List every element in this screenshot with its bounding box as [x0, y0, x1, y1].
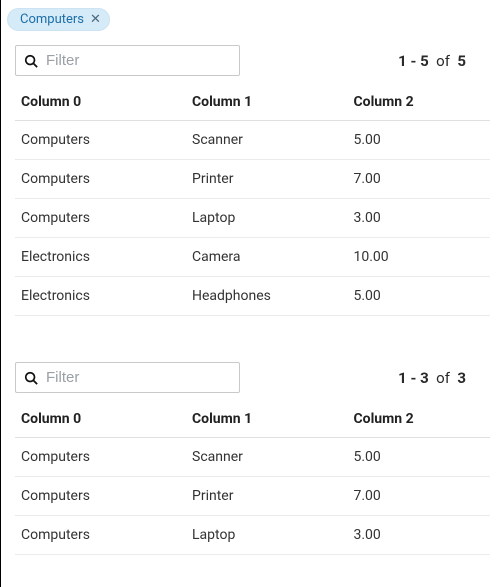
- cell: Laptop: [186, 199, 348, 238]
- filter-input-wrap[interactable]: [15, 362, 240, 393]
- cell: 10.00: [348, 238, 491, 277]
- cell: Computers: [15, 160, 186, 199]
- table-header-row: Column 0 Column 1 Column 2: [15, 84, 490, 121]
- pagination-label: 1 - 5 of 5: [398, 52, 490, 70]
- cell: Printer: [186, 160, 348, 199]
- cell: Scanner: [186, 438, 348, 477]
- filter-chip-computers[interactable]: Computers ✕: [7, 8, 110, 31]
- filter-input-wrap[interactable]: [15, 45, 240, 76]
- cell: Printer: [186, 477, 348, 516]
- table-row[interactable]: Computers Laptop 3.00: [15, 516, 490, 555]
- cell: Computers: [15, 477, 186, 516]
- cell: Computers: [15, 516, 186, 555]
- cell: Computers: [15, 121, 186, 160]
- column-header[interactable]: Column 2: [348, 84, 491, 121]
- table-row[interactable]: Electronics Headphones 5.00: [15, 277, 490, 316]
- table-header-row: Column 0 Column 1 Column 2: [15, 401, 490, 438]
- table-block-0: 1 - 5 of 5 Column 0 Column 1 Column 2 Co…: [1, 35, 504, 316]
- cell: 5.00: [348, 121, 491, 160]
- cell: Scanner: [186, 121, 348, 160]
- pagination-total: 5: [457, 52, 466, 70]
- pagination-range: 1 - 5: [398, 52, 429, 70]
- cell: Electronics: [15, 238, 186, 277]
- cell: 5.00: [348, 277, 491, 316]
- cell: Camera: [186, 238, 348, 277]
- table-block-1: 1 - 3 of 3 Column 0 Column 1 Column 2 Co…: [1, 352, 504, 555]
- data-table-1: Column 0 Column 1 Column 2 Computers Sca…: [15, 401, 490, 555]
- table-controls: 1 - 3 of 3: [15, 362, 490, 393]
- pagination-of: of: [436, 52, 450, 70]
- column-header[interactable]: Column 1: [186, 401, 348, 438]
- search-icon: [24, 54, 38, 68]
- table-row[interactable]: Computers Scanner 5.00: [15, 438, 490, 477]
- pagination-total: 3: [457, 369, 466, 387]
- column-header[interactable]: Column 2: [348, 401, 491, 438]
- close-icon[interactable]: ✕: [90, 13, 101, 26]
- cell: 3.00: [348, 516, 491, 555]
- pagination-range: 1 - 3: [398, 369, 429, 387]
- cell: Electronics: [15, 277, 186, 316]
- pagination-label: 1 - 3 of 3: [398, 369, 490, 387]
- column-header[interactable]: Column 0: [15, 401, 186, 438]
- cell: Computers: [15, 199, 186, 238]
- cell: 3.00: [348, 199, 491, 238]
- table-row[interactable]: Computers Printer 7.00: [15, 477, 490, 516]
- column-header[interactable]: Column 1: [186, 84, 348, 121]
- filter-input[interactable]: [46, 50, 245, 71]
- filter-chip-label: Computers: [20, 12, 84, 27]
- cell: 7.00: [348, 477, 491, 516]
- pagination-of: of: [436, 369, 450, 387]
- cell: Computers: [15, 438, 186, 477]
- filter-input[interactable]: [46, 367, 245, 388]
- table-row[interactable]: Electronics Camera 10.00: [15, 238, 490, 277]
- cell: Headphones: [186, 277, 348, 316]
- cell: 5.00: [348, 438, 491, 477]
- column-header[interactable]: Column 0: [15, 84, 186, 121]
- filter-chip-row: Computers ✕: [1, 8, 504, 35]
- cell: Laptop: [186, 516, 348, 555]
- data-table-0: Column 0 Column 1 Column 2 Computers Sca…: [15, 84, 490, 316]
- table-row[interactable]: Computers Scanner 5.00: [15, 121, 490, 160]
- table-row[interactable]: Computers Printer 7.00: [15, 160, 490, 199]
- search-icon: [24, 371, 38, 385]
- table-controls: 1 - 5 of 5: [15, 45, 490, 76]
- table-row[interactable]: Computers Laptop 3.00: [15, 199, 490, 238]
- cell: 7.00: [348, 160, 491, 199]
